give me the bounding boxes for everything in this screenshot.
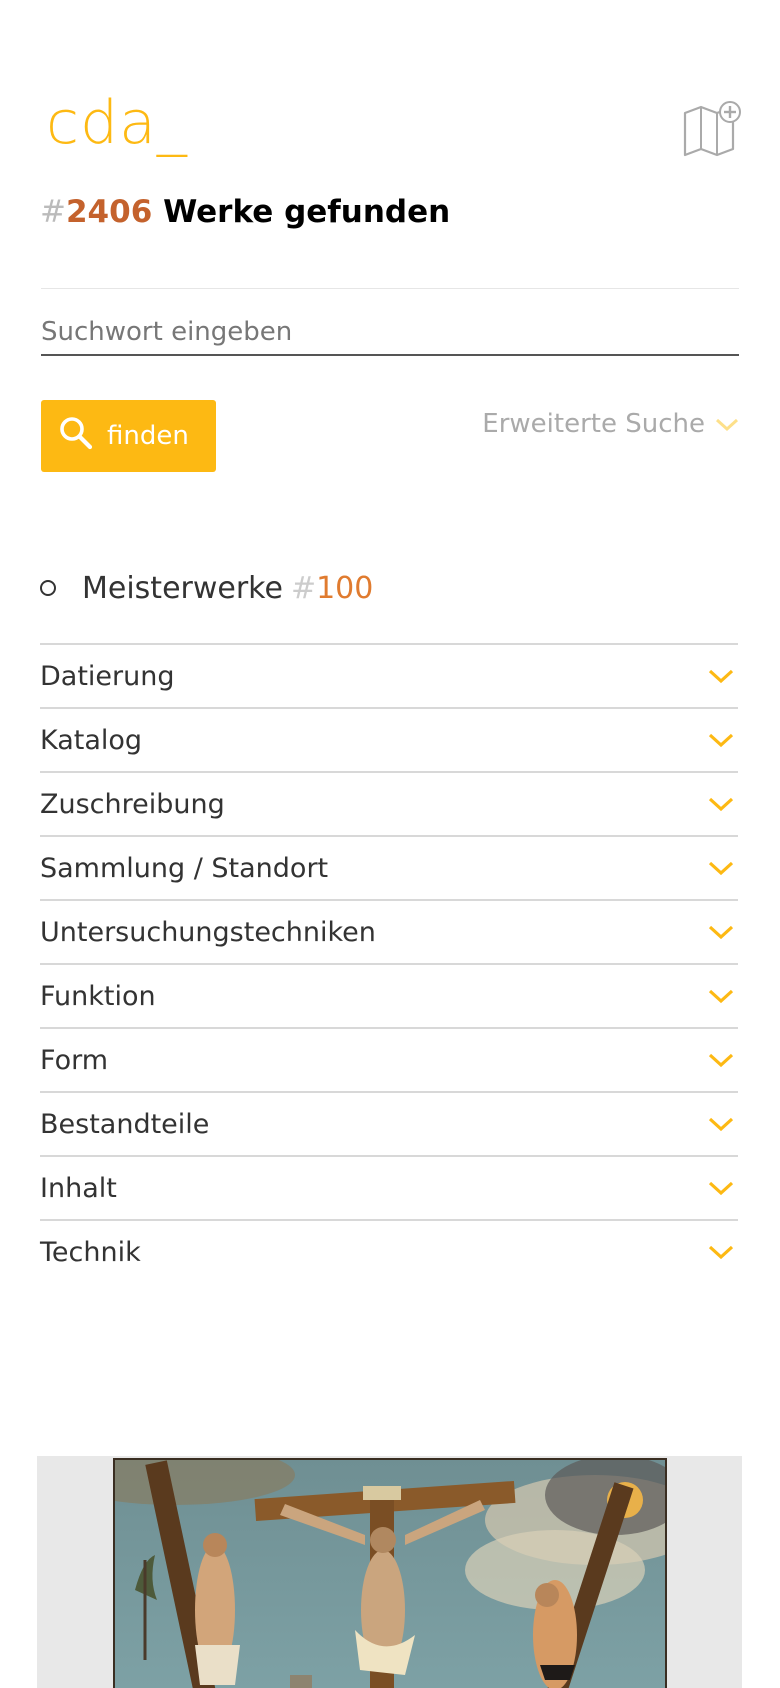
chevron-down-icon bbox=[708, 1045, 738, 1076]
filter-label: Bestandteile bbox=[40, 1108, 210, 1140]
filter-katalog[interactable]: Katalog bbox=[40, 707, 738, 771]
masterworks-count: 100 bbox=[316, 570, 374, 606]
results-heading: #2406 Werke gefunden bbox=[40, 190, 450, 234]
chevron-down-icon bbox=[708, 917, 738, 948]
chevron-down-icon bbox=[708, 981, 738, 1012]
filter-label: Zuschreibung bbox=[40, 788, 225, 820]
masterworks-radio[interactable] bbox=[40, 580, 56, 596]
filter-label: Funktion bbox=[40, 980, 156, 1012]
filter-sammlung-standort[interactable]: Sammlung / Standort bbox=[40, 835, 738, 899]
filter-label: Katalog bbox=[40, 724, 143, 756]
filter-label: Sammlung / Standort bbox=[40, 852, 329, 884]
artwork-thumbnail[interactable] bbox=[113, 1458, 667, 1688]
chevron-down-icon bbox=[708, 789, 738, 820]
filter-label: Technik bbox=[40, 1236, 141, 1268]
filter-label: Untersuchungstechniken bbox=[40, 916, 376, 948]
find-button[interactable]: finden bbox=[41, 400, 216, 472]
filter-funktion[interactable]: Funktion bbox=[40, 963, 738, 1027]
filter-datierung[interactable]: Datierung bbox=[40, 643, 738, 707]
filter-zuschreibung[interactable]: Zuschreibung bbox=[40, 771, 738, 835]
masterworks-label: Meisterwerke bbox=[82, 570, 283, 606]
filter-form[interactable]: Form bbox=[40, 1027, 738, 1091]
filter-bestandteile[interactable]: Bestandteile bbox=[40, 1091, 738, 1155]
chevron-down-icon bbox=[708, 725, 738, 756]
search-icon bbox=[59, 416, 107, 457]
advanced-search-label: Erweiterte Suche bbox=[482, 409, 705, 439]
find-button-label: finden bbox=[107, 421, 189, 451]
results-label: Werke gefunden bbox=[163, 194, 451, 230]
map-add-icon[interactable] bbox=[683, 101, 741, 157]
filter-technik[interactable]: Technik bbox=[40, 1219, 738, 1283]
advanced-search-toggle[interactable]: Erweiterte Suche bbox=[482, 404, 739, 444]
filter-untersuchungstechniken[interactable]: Untersuchungstechniken bbox=[40, 899, 738, 963]
chevron-down-icon bbox=[708, 1237, 738, 1268]
results-hash: # bbox=[40, 194, 66, 230]
masterworks-hash: # bbox=[290, 570, 317, 606]
filter-label: Datierung bbox=[40, 660, 175, 692]
chevron-down-icon bbox=[708, 853, 738, 884]
chevron-down-icon bbox=[708, 661, 738, 692]
filter-label: Inhalt bbox=[40, 1172, 117, 1204]
filter-list: Datierung Katalog Zuschreibung Sammlung … bbox=[40, 643, 738, 1283]
filter-inhalt[interactable]: Inhalt bbox=[40, 1155, 738, 1219]
artwork-preview-panel bbox=[37, 1456, 742, 1688]
results-count: 2406 bbox=[65, 194, 153, 230]
chevron-down-icon bbox=[708, 1109, 738, 1140]
divider bbox=[41, 288, 739, 289]
app-logo[interactable]: cda_ bbox=[46, 78, 188, 168]
chevron-down-icon bbox=[708, 1173, 738, 1204]
chevron-down-icon bbox=[705, 409, 739, 439]
search-input[interactable] bbox=[41, 310, 739, 356]
filter-label: Form bbox=[40, 1044, 109, 1076]
masterworks-filter[interactable]: Meisterwerke #100 bbox=[40, 564, 373, 612]
